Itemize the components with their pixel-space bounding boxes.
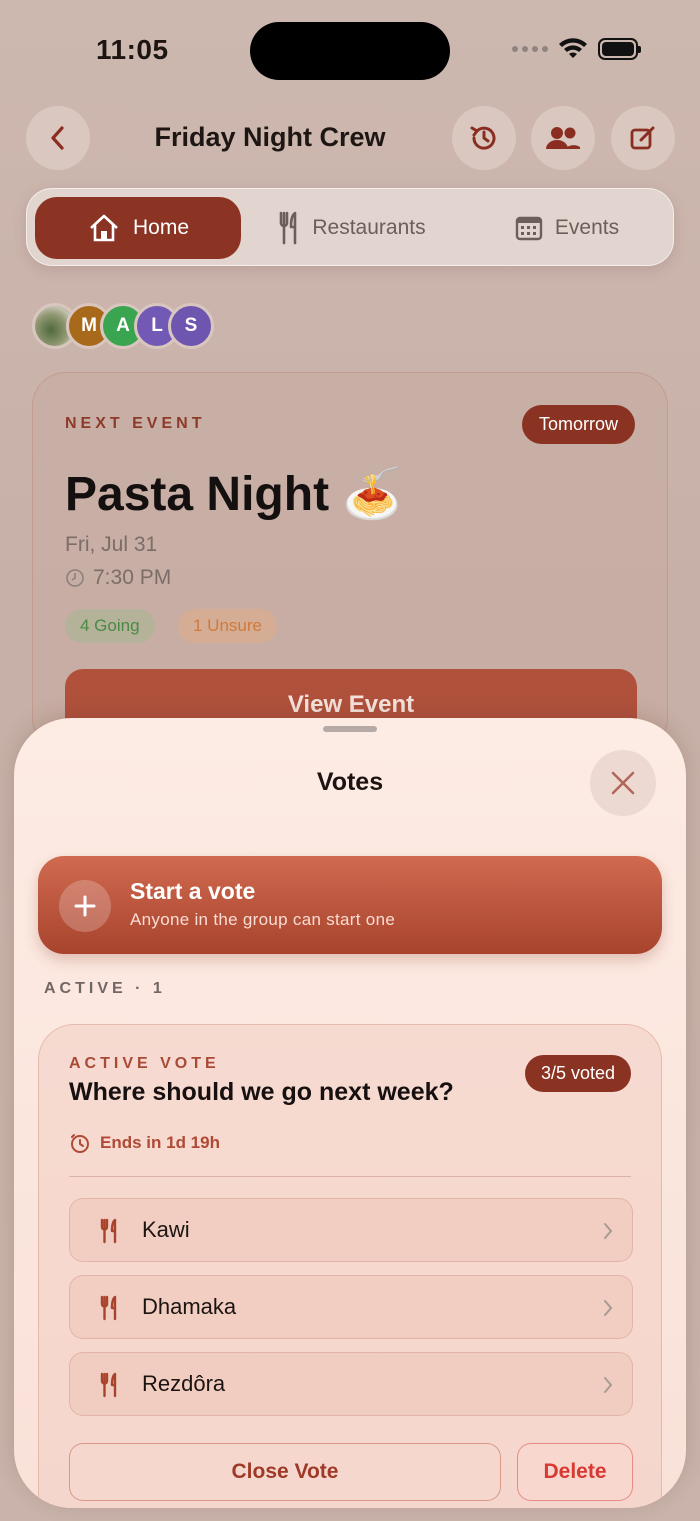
home-icon (90, 214, 118, 242)
next-event-label: NEXT EVENT (65, 415, 206, 432)
start-vote-subtitle: Anyone in the group can start one (130, 910, 396, 929)
calendar-icon (515, 216, 543, 241)
vote-option[interactable]: Rezdôra (69, 1352, 633, 1416)
event-title: Pasta Night 🍝 (65, 468, 403, 521)
status-time: 11:05 (96, 34, 169, 65)
event-time: 7:30 PM (93, 566, 172, 589)
timer-icon (71, 1134, 89, 1153)
edit-button[interactable] (611, 106, 675, 170)
wifi-icon (559, 38, 587, 58)
page-title: Friday Night Crew (154, 122, 386, 152)
vote-question: Where should we go next week? (69, 1078, 454, 1106)
tab-events[interactable]: Events (497, 197, 637, 259)
sheet-grabber[interactable] (323, 726, 377, 732)
vote-option-label: Dhamaka (142, 1294, 237, 1319)
tab-home[interactable]: Home (35, 197, 241, 259)
chevron-right-icon (604, 1223, 613, 1239)
vote-option[interactable]: Dhamaka (69, 1275, 633, 1339)
voted-count-badge: 3/5 voted (524, 1055, 631, 1092)
close-sheet-button[interactable] (590, 750, 656, 816)
compose-icon (630, 126, 655, 150)
delete-vote-button[interactable]: Delete (517, 1443, 633, 1501)
vote-option-label: Kawi (142, 1217, 190, 1242)
fork-knife-icon (100, 1372, 117, 1398)
battery-icon (598, 38, 641, 60)
clock-icon (66, 569, 84, 587)
active-section-label: ACTIVE · 1 (44, 980, 166, 997)
chevron-right-icon (604, 1377, 613, 1393)
close-vote-button[interactable]: Close Vote (69, 1443, 501, 1501)
close-icon (611, 771, 635, 795)
plus-icon (59, 880, 111, 932)
divider (69, 1176, 631, 1177)
tab-home-label: Home (132, 216, 190, 239)
event-date: Fri, Jul 31 (65, 533, 158, 556)
event-badge: Tomorrow (521, 405, 635, 444)
history-button[interactable] (452, 106, 516, 170)
tab-bar: Home Restaurants Events (26, 188, 674, 266)
vote-deadline-text: Ends in 1d 19h (100, 1133, 220, 1152)
tab-restaurants[interactable]: Restaurants (267, 197, 437, 259)
chevron-right-icon (604, 1300, 613, 1316)
chevron-left-icon (51, 126, 64, 150)
dynamic-island (250, 22, 450, 80)
active-vote-label: ACTIVE VOTE (69, 1055, 220, 1072)
vote-option-label: Rezdôra (142, 1371, 226, 1396)
sheet-title: Votes (316, 768, 384, 796)
unsure-badge: 1 Unsure (178, 609, 277, 643)
event-time-row: 7:30 PM (65, 566, 171, 590)
fork-knife-icon (280, 211, 297, 245)
start-vote-button[interactable]: Start a vote Anyone in the group can sta… (38, 856, 662, 954)
history-icon (470, 126, 496, 150)
avatar: S (168, 303, 214, 349)
member-avatars[interactable]: M A L S (32, 303, 214, 349)
active-vote-card: ACTIVE VOTE 3/5 voted Where should we go… (38, 1024, 662, 1508)
back-button[interactable] (26, 106, 90, 170)
signal-icon (512, 46, 548, 52)
next-event-card: NEXT EVENT Tomorrow Pasta Night 🍝 Fri, J… (32, 372, 668, 752)
vote-deadline: Ends in 1d 19h (69, 1132, 220, 1154)
members-button[interactable] (531, 106, 595, 170)
tab-events-label: Events (554, 216, 620, 239)
votes-sheet: Votes Start a vote Anyone in the group c… (14, 718, 686, 1508)
vote-option[interactable]: Kawi (69, 1198, 633, 1262)
start-vote-title: Start a vote (130, 878, 256, 904)
tab-restaurants-label: Restaurants (312, 216, 426, 239)
people-icon (546, 127, 580, 149)
going-badge: 4 Going (65, 609, 155, 643)
fork-knife-icon (100, 1218, 117, 1244)
fork-knife-icon (100, 1295, 117, 1321)
status-icons (512, 38, 641, 60)
